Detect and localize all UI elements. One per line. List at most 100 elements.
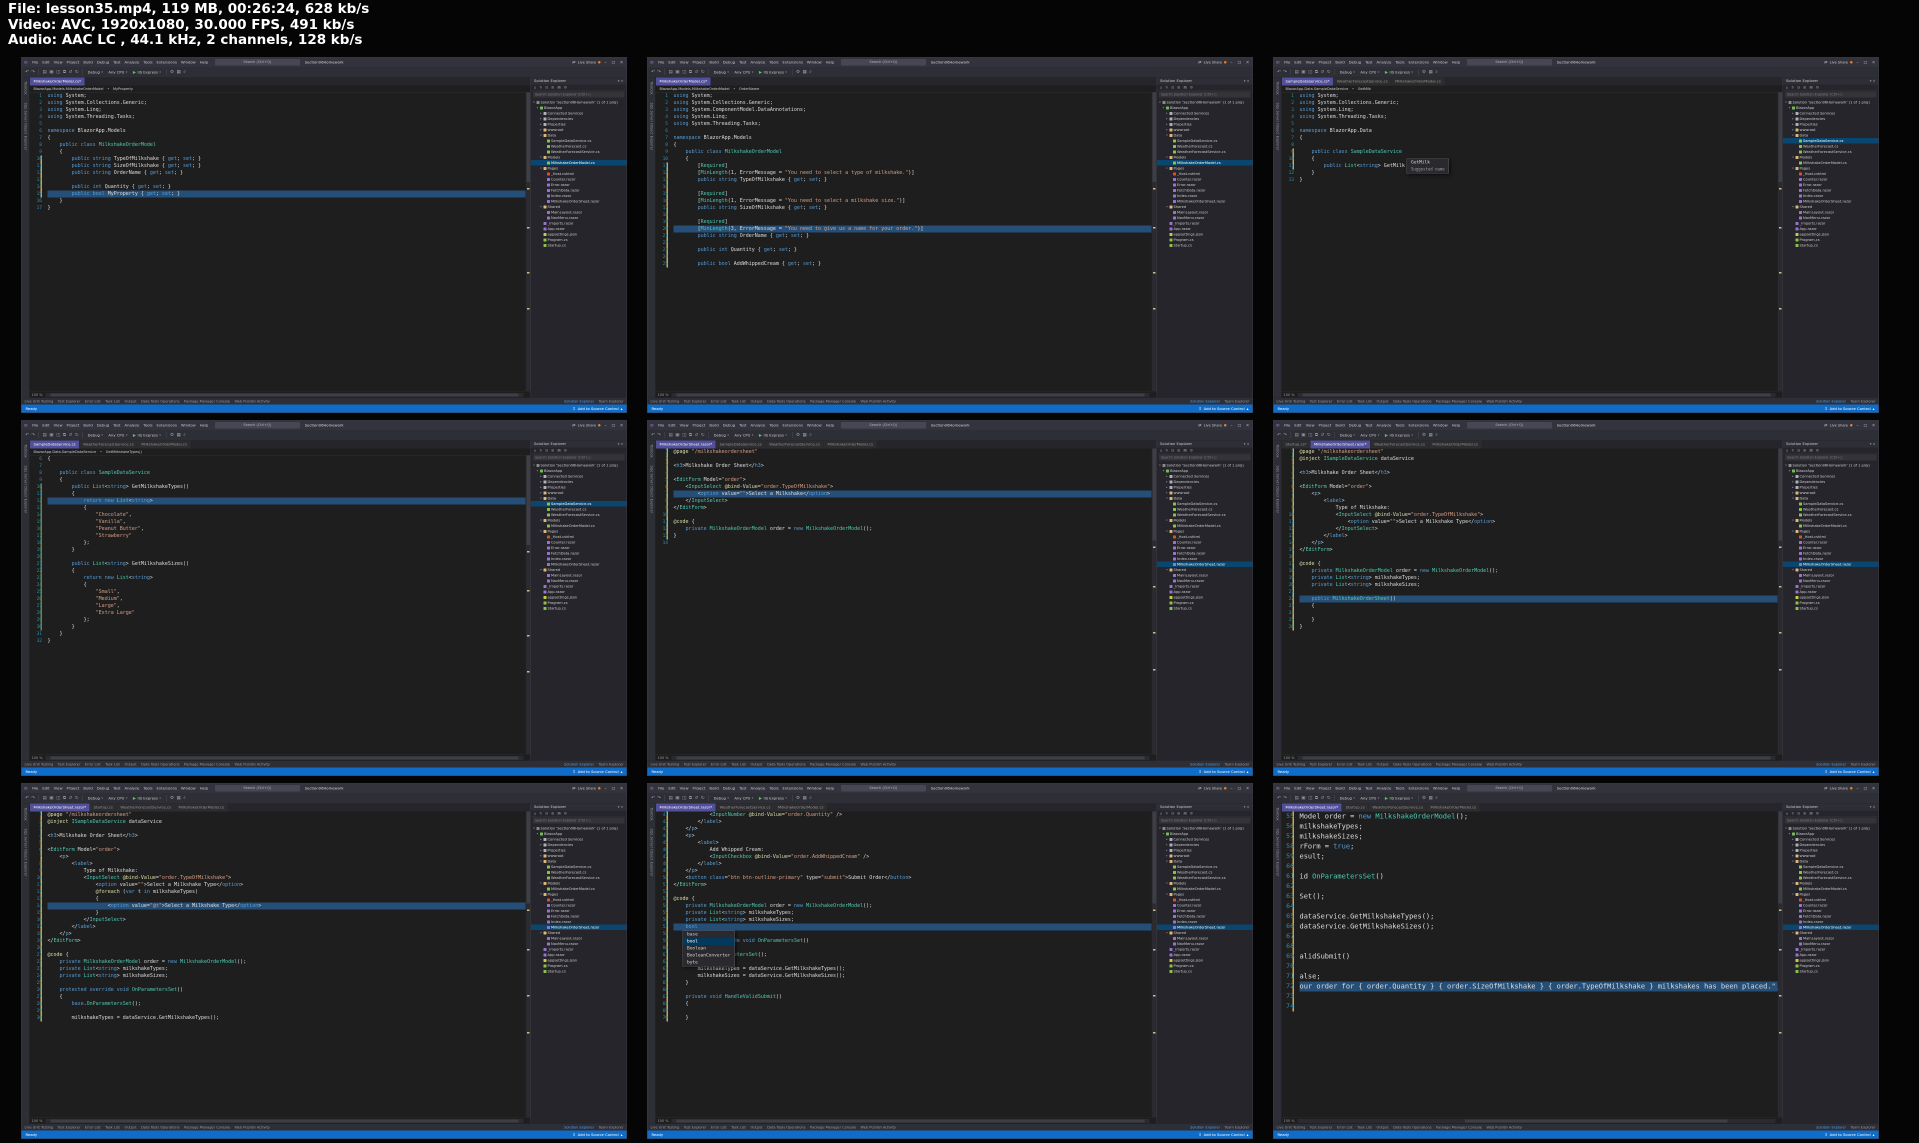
menu-file[interactable]: File	[657, 60, 666, 65]
save-icon[interactable]: ◫	[682, 70, 687, 75]
bottom-tab[interactable]: Error List	[711, 399, 727, 403]
tree-item[interactable]: Startup.cs	[1783, 243, 1879, 249]
dock-tab-toolbox[interactable]: Toolbox	[649, 445, 653, 458]
new-file-icon[interactable]: ▤	[668, 796, 673, 801]
menu-tools[interactable]: Tools	[768, 423, 780, 428]
bottom-tab[interactable]: Live Unit Testing	[25, 1125, 54, 1129]
solution-explorer-search-input[interactable]: Search Solution Explorer (Ctrl+;)	[1159, 454, 1251, 461]
menu-analyze[interactable]: Analyze	[749, 60, 767, 65]
editor-scrollbar[interactable]	[1777, 92, 1783, 392]
live-unit-icon[interactable]: ▦	[1428, 70, 1433, 75]
maximize-button[interactable]: ▢	[1237, 786, 1243, 791]
tree-item[interactable]: ▾ Solution 'Section06Homework' (1 of 1 pr…	[1157, 826, 1253, 832]
bottom-tab[interactable]: Test Explorer	[1310, 1125, 1333, 1129]
build-icon[interactable]: ⚙	[1421, 433, 1426, 438]
menu-help[interactable]: Help	[198, 786, 210, 791]
back-icon[interactable]: ↶	[1277, 433, 1282, 438]
menu-project[interactable]: Project	[65, 786, 81, 791]
menu-build[interactable]: Build	[708, 786, 720, 791]
save-all-icon[interactable]: ⧉	[62, 70, 66, 75]
new-file-icon[interactable]: ▤	[1294, 433, 1299, 438]
bottom-tab[interactable]: Web Publish Activity	[861, 399, 896, 403]
solution-explorer-search-input[interactable]: Search Solution Explorer (Ctrl+;)	[1785, 454, 1877, 461]
bottom-tab[interactable]: Error List	[1337, 1125, 1353, 1129]
add-to-source-control-button[interactable]: Add to Source Control	[1830, 769, 1871, 774]
bottom-tab[interactable]: Output	[1376, 399, 1388, 403]
panel-controls[interactable]: ▾ ×	[1870, 78, 1876, 85]
scrollbar-thumb[interactable]	[676, 393, 1145, 397]
menu-test[interactable]: Test	[1364, 60, 1374, 65]
menu-file[interactable]: File	[1283, 60, 1292, 65]
maximize-button[interactable]: ▢	[1237, 423, 1243, 428]
notification-badge-icon[interactable]	[1850, 424, 1853, 427]
find-icon[interactable]: ⌕	[809, 433, 813, 438]
minimize-button[interactable]: –	[603, 60, 609, 65]
code-editor[interactable]: 1 2 3 4 5 6 7 8 9 10 11 12 13 14 @page "/milkshakeorde…	[655, 448, 1157, 761]
menu-file[interactable]: File	[31, 423, 40, 428]
editor-scrollbar[interactable]	[525, 811, 531, 1118]
bottom-tab[interactable]: Test Explorer	[58, 762, 81, 766]
menu-build[interactable]: Build	[708, 423, 720, 428]
menu-edit[interactable]: Edit	[41, 60, 51, 65]
tree-item[interactable]: ▾ Solution 'Section06Homework' (1 of 1 pr…	[1783, 100, 1879, 106]
menu-extensions[interactable]: Extensions	[1407, 786, 1430, 791]
completion-item[interactable]: Suggested name	[1407, 166, 1449, 173]
notification-badge-icon[interactable]	[1224, 424, 1227, 427]
undo-icon[interactable]: ↺	[1320, 70, 1325, 75]
scrollbar-thumb[interactable]	[50, 393, 519, 397]
horizontal-scrollbar[interactable]	[45, 1118, 524, 1123]
live-unit-icon[interactable]: ▦	[176, 796, 181, 801]
file-tab[interactable]: WeatherForecastService.cs	[716, 803, 774, 812]
editor-zoom-level[interactable]: 150 %	[1284, 1119, 1295, 1123]
forward-icon[interactable]: ↷	[1283, 796, 1288, 801]
platform-dropdown[interactable]: Any CPU ▾	[106, 795, 129, 802]
bottom-tab[interactable]: Task List	[731, 762, 746, 766]
menu-test[interactable]: Test	[1364, 786, 1374, 791]
open-icon[interactable]: ▣	[1301, 796, 1306, 801]
menu-help[interactable]: Help	[198, 60, 210, 65]
solution-explorer-toolbar[interactable]: ⌂ ↻ ⊟ ⊞ ▤ ⚙	[1783, 811, 1879, 817]
live-share-label[interactable]: Live Share	[1830, 60, 1848, 64]
panel-controls[interactable]: ▾ ×	[618, 78, 624, 85]
menu-window[interactable]: Window	[1431, 60, 1449, 65]
forward-icon[interactable]: ↷	[657, 70, 662, 75]
code-editor[interactable]: 1 2 3 4 5 6 7 8 9 10 11 12 13 14 15 16 17 18 19 20 21 22 23 24 2…	[29, 811, 531, 1124]
menu-build[interactable]: Build	[1334, 60, 1346, 65]
new-file-icon[interactable]: ▤	[42, 70, 47, 75]
run-button[interactable]: ▶ IIS Express ▾	[757, 69, 789, 76]
tab-solution-explorer[interactable]: Solution Explorer	[1190, 1125, 1220, 1129]
bottom-tab[interactable]: Web Publish Activity	[235, 1125, 270, 1129]
menu-test[interactable]: Test	[738, 786, 748, 791]
bottom-tab[interactable]: Test Explorer	[684, 1125, 707, 1129]
run-button[interactable]: ▶ IIS Express ▾	[1383, 795, 1415, 802]
bottom-tab[interactable]: Output	[124, 399, 136, 403]
dock-tab-sql-server-object-explorer[interactable]: SQL Server Object Explorer	[23, 829, 27, 877]
debug-config-dropdown[interactable]: Debug ▾	[86, 432, 105, 439]
find-icon[interactable]: ⌕	[183, 433, 187, 438]
close-button[interactable]: ×	[1871, 60, 1877, 65]
menu-tools[interactable]: Tools	[768, 60, 780, 65]
menu-debug[interactable]: Debug	[1347, 423, 1362, 428]
dock-tab-toolbox[interactable]: Toolbox	[23, 808, 27, 821]
menu-project[interactable]: Project	[1317, 60, 1333, 65]
solution-explorer-toolbar[interactable]: ⌂ ↻ ⊟ ⊞ ▤ ⚙	[1157, 85, 1253, 91]
menu-analyze[interactable]: Analyze	[749, 786, 767, 791]
bottom-tab[interactable]: Data Tools Operations	[767, 762, 805, 766]
panel-controls[interactable]: ▾ ×	[1870, 804, 1876, 811]
platform-dropdown[interactable]: Any CPU ▾	[732, 69, 755, 76]
live-share-label[interactable]: Live Share	[578, 60, 596, 64]
run-button[interactable]: ▶ IIS Express ▾	[1383, 432, 1415, 439]
menu-project[interactable]: Project	[691, 423, 707, 428]
bottom-tab[interactable]: Live Unit Testing	[651, 762, 680, 766]
bottom-tab[interactable]: Package Manager Console	[1436, 1125, 1482, 1129]
file-tab[interactable]: MilkshakeOrderModel.cs	[175, 803, 228, 812]
code-editor[interactable]: 41 42 43 44 45 46 47 48 49 50 51 52 53 54 55 56 57 58 59 60…	[655, 811, 1157, 1124]
menu-analyze[interactable]: Analyze	[123, 60, 141, 65]
notification-badge-icon[interactable]	[598, 787, 601, 790]
menu-window[interactable]: Window	[179, 423, 197, 428]
file-tab[interactable]: MilkshakeOrderModel.cs	[1391, 77, 1445, 86]
file-tab[interactable]: Startup.cs*	[1282, 440, 1311, 449]
menu-test[interactable]: Test	[738, 423, 748, 428]
bottom-tab[interactable]: Output	[1376, 1125, 1388, 1129]
close-button[interactable]: ×	[1871, 423, 1877, 428]
